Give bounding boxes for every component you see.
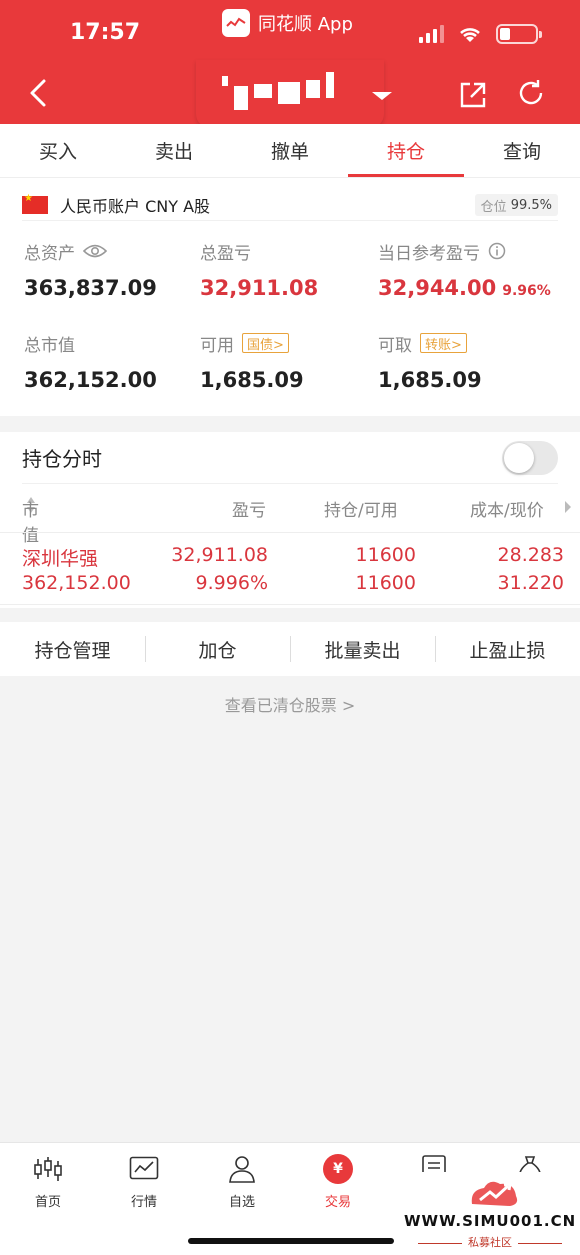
column-pnl: 盈亏 (232, 501, 266, 521)
home-indicator[interactable] (188, 1238, 394, 1244)
nav-home[interactable]: 首页 (8, 1153, 88, 1210)
watermark-url: WWW.SIMU001.CN (404, 1212, 577, 1230)
yuan-icon: ¥ (323, 1154, 353, 1184)
refresh-icon[interactable] (516, 78, 546, 108)
withdrawable-funds: 可取 转账> 1,685.09 (378, 332, 482, 392)
trade-tabs: 买入 卖出 撤单 持仓 查询 (0, 124, 580, 178)
account-row[interactable]: 人民币账户 CNY A股 仓位 99.5% (22, 190, 558, 220)
column-holding: 持仓/可用 (324, 501, 398, 521)
positions-column-headers: 市值 盈亏 持仓/可用 成本/现价 (22, 496, 571, 546)
signal-icon (419, 25, 444, 43)
withdrawable-label: 可取 (378, 335, 412, 356)
status-app-indicator[interactable]: 同花顺 App (222, 8, 353, 38)
stock-available: 11600 (355, 572, 416, 594)
total-pnl-label: 总盈亏 (200, 243, 251, 264)
info-icon[interactable] (488, 242, 506, 260)
daily-pnl-value: 32,944.00 (378, 276, 497, 300)
positions-title: 持仓分时 (22, 447, 102, 471)
nav-trade-label: 交易 (324, 1195, 351, 1210)
candlestick-icon (34, 1157, 62, 1181)
status-icons (419, 24, 542, 44)
positions-header: 持仓分时 (22, 432, 558, 484)
position-ratio-badge: 仓位 99.5% (474, 194, 558, 216)
status-time: 17:57 (70, 20, 141, 45)
back-icon[interactable] (26, 78, 52, 108)
divider (0, 532, 580, 533)
nav-trade[interactable]: ¥ 交易 (298, 1153, 378, 1210)
market-value-label: 总市值 (24, 335, 75, 356)
market-value-value: 362,152.00 (24, 368, 157, 392)
nav-market[interactable]: 行情 (104, 1153, 184, 1210)
daily-pnl-percent: 9.96% (502, 283, 551, 299)
tab-sell[interactable]: 卖出 (116, 124, 232, 177)
total-assets-value: 363,837.09 (24, 276, 157, 300)
batch-sell-button[interactable]: 批量卖出 (290, 622, 435, 676)
daily-pnl-label: 当日参考盈亏 (378, 243, 480, 264)
position-actions: 持仓管理 加仓 批量卖出 止盈止损 (0, 622, 580, 676)
available-label: 可用 (200, 335, 234, 356)
total-assets: 总资产 363,837.09 (24, 240, 157, 301)
nav-watchlist[interactable]: 自选 (202, 1153, 282, 1210)
tab-positions[interactable]: 持仓 (348, 124, 464, 177)
nav-watchlist-label: 自选 (228, 1195, 255, 1210)
stock-cost: 28.283 (497, 544, 564, 566)
watermark-subtitle: 私募社区 (402, 1234, 578, 1250)
watermark: WWW.SIMU001.CN 私募社区 (402, 1172, 578, 1255)
total-pnl-value: 32,911.08 (200, 276, 319, 300)
share-icon[interactable] (458, 80, 488, 110)
wifi-icon (460, 28, 480, 42)
chevron-right-icon[interactable] (564, 500, 572, 514)
add-position-button[interactable]: 加仓 (145, 622, 290, 676)
total-assets-label: 总资产 (24, 243, 75, 264)
person-icon (229, 1156, 255, 1183)
stop-profit-loss-button[interactable]: 止盈止损 (435, 622, 580, 676)
divider (0, 604, 580, 605)
stock-pnl-percent: 9.996% (195, 572, 268, 594)
column-market-value-label: 市值 (22, 501, 39, 546)
app-name: 同花顺 App (258, 14, 353, 35)
transfer-tag[interactable]: 转账> (420, 333, 467, 353)
positions-section: 持仓分时 市值 盈亏 持仓/可用 成本/现价 深圳华强 362,152.00 3… (0, 432, 580, 608)
market-value: 总市值 362,152.00 (24, 332, 157, 393)
manage-positions-button[interactable]: 持仓管理 (0, 622, 145, 676)
nav-market-label: 行情 (130, 1195, 157, 1210)
column-market-value[interactable]: 市值 (22, 496, 39, 546)
stock-price: 31.220 (497, 572, 564, 594)
china-flag-icon (22, 193, 48, 214)
nav-home-label: 首页 (34, 1195, 61, 1210)
available-funds: 可用 国债> 1,685.09 (200, 332, 304, 392)
daily-pnl: 当日参考盈亏 32,944.00 9.96% (378, 240, 551, 300)
treasury-bond-tag[interactable]: 国债> (242, 333, 289, 353)
chart-icon (129, 1156, 159, 1180)
total-pnl: 总盈亏 32,911.08 (200, 240, 319, 301)
position-ratio-value: 99.5% (510, 197, 552, 213)
intraday-toggle[interactable] (502, 440, 558, 475)
chevron-down-icon[interactable] (372, 92, 392, 100)
withdrawable-value: 1,685.09 (378, 368, 482, 392)
account-summary: 人民币账户 CNY A股 仓位 99.5% 总资产 363,837.09 总盈亏… (0, 178, 580, 416)
view-cleared-stocks-link[interactable]: 查看已清仓股票 > (0, 692, 580, 716)
app-logo-icon (222, 9, 250, 37)
stock-name: 深圳华强 (22, 548, 99, 570)
stock-holding: 11600 (355, 544, 416, 566)
stock-pnl: 32,911.08 (171, 544, 268, 566)
watermark-logo-icon (471, 1181, 518, 1206)
divider (22, 220, 558, 221)
tab-cancel-order[interactable]: 撤单 (232, 124, 348, 177)
masked-account-name (222, 72, 334, 110)
battery-icon (496, 24, 542, 44)
tab-buy[interactable]: 买入 (0, 124, 116, 177)
account-name: 人民币账户 CNY A股 (60, 197, 211, 216)
stock-market-value: 362,152.00 (22, 572, 131, 594)
app-header: 17:57 同花顺 App (0, 0, 580, 128)
tab-query[interactable]: 查询 (464, 124, 580, 177)
available-value: 1,685.09 (200, 368, 304, 392)
eye-icon[interactable] (83, 243, 107, 259)
position-ratio-label: 仓位 (480, 199, 507, 215)
column-cost: 成本/现价 (470, 501, 544, 521)
